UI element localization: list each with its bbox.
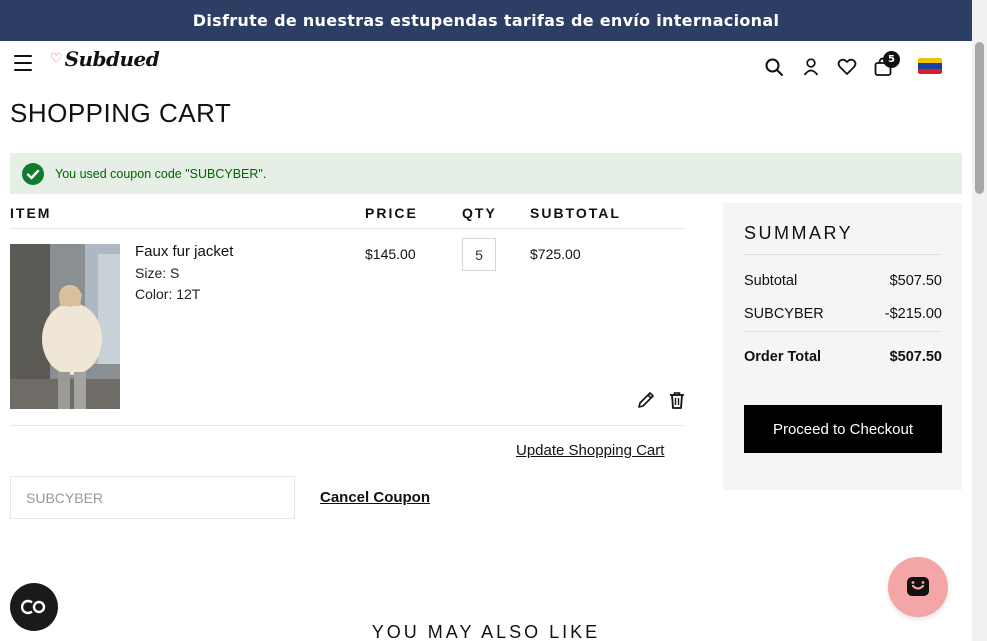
cancel-coupon-link[interactable]: Cancel Coupon [320, 489, 430, 506]
site-header: ♡ Subdued 5 [0, 41, 972, 91]
column-header-item: ITEM [10, 205, 52, 221]
account-icon[interactable] [801, 57, 821, 77]
column-header-subtotal: SUBTOTAL [530, 205, 621, 221]
product-subtotal: $725.00 [530, 246, 581, 262]
chat-widget-button[interactable] [888, 557, 948, 617]
product-image[interactable] [10, 244, 120, 409]
summary-discount-row: SUBCYBER -$215.00 [744, 306, 942, 322]
header-divider [10, 228, 685, 229]
heart-logo-icon: ♡ [50, 51, 63, 67]
page-title: SHOPPING CART [10, 98, 232, 128]
quantity-input[interactable]: 5 [462, 238, 496, 271]
promo-text: Disfrute de nuestras estupendas tarifas … [192, 11, 780, 30]
scrollbar-thumb[interactable] [975, 42, 984, 194]
chat-icon [907, 577, 929, 596]
row-divider [10, 425, 685, 426]
accessibility-widget-button[interactable] [10, 583, 58, 631]
column-header-qty: QTY [462, 205, 497, 221]
update-shopping-cart-link[interactable]: Update Shopping Cart [516, 442, 664, 459]
summary-divider [744, 254, 942, 255]
summary-total-row: Order Total $507.50 [744, 349, 942, 365]
column-header-price: PRICE [365, 205, 418, 221]
logo-text: Subdued [64, 47, 160, 71]
product-size: Size: S [135, 265, 180, 281]
cart-count-badge[interactable]: 5 [883, 51, 900, 68]
coupon-message-text: You used coupon code "SUBCYBER". [55, 166, 267, 181]
summary-title: SUMMARY [744, 223, 854, 243]
order-total-value: $507.50 [889, 349, 942, 365]
coupon-code-input[interactable] [10, 476, 295, 519]
proceed-to-checkout-button[interactable]: Proceed to Checkout [744, 405, 942, 453]
search-icon[interactable] [764, 57, 784, 77]
summary-divider [744, 331, 942, 332]
success-check-icon [22, 162, 44, 185]
accessibility-icon [21, 599, 46, 615]
venezuela-flag-icon[interactable] [918, 58, 942, 74]
you-may-also-like-heading: YOU MAY ALSO LIKE [371, 622, 601, 641]
order-summary-panel: SUMMARY Subtotal $507.50 SUBCYBER -$215.… [723, 203, 962, 490]
wishlist-heart-icon[interactable] [837, 57, 857, 77]
discount-label: SUBCYBER [744, 306, 824, 322]
menu-icon[interactable] [14, 55, 32, 71]
discount-value: -$215.00 [884, 306, 942, 322]
order-total-label: Order Total [744, 349, 822, 365]
edit-pencil-icon[interactable] [636, 390, 656, 410]
product-price: $145.00 [365, 246, 416, 262]
summary-subtotal-row: Subtotal $507.50 [744, 273, 942, 289]
brand-logo[interactable]: ♡ Subdued [50, 47, 160, 71]
trash-icon[interactable] [667, 390, 687, 410]
subtotal-value: $507.50 [889, 273, 942, 289]
page-scrollbar[interactable] [972, 0, 987, 641]
product-color: Color: 12T [135, 286, 201, 302]
subtotal-label: Subtotal [744, 273, 798, 289]
coupon-success-message: You used coupon code "SUBCYBER". [10, 153, 962, 194]
product-name[interactable]: Faux fur jacket [135, 243, 233, 260]
promo-bar: Disfrute de nuestras estupendas tarifas … [0, 0, 972, 41]
